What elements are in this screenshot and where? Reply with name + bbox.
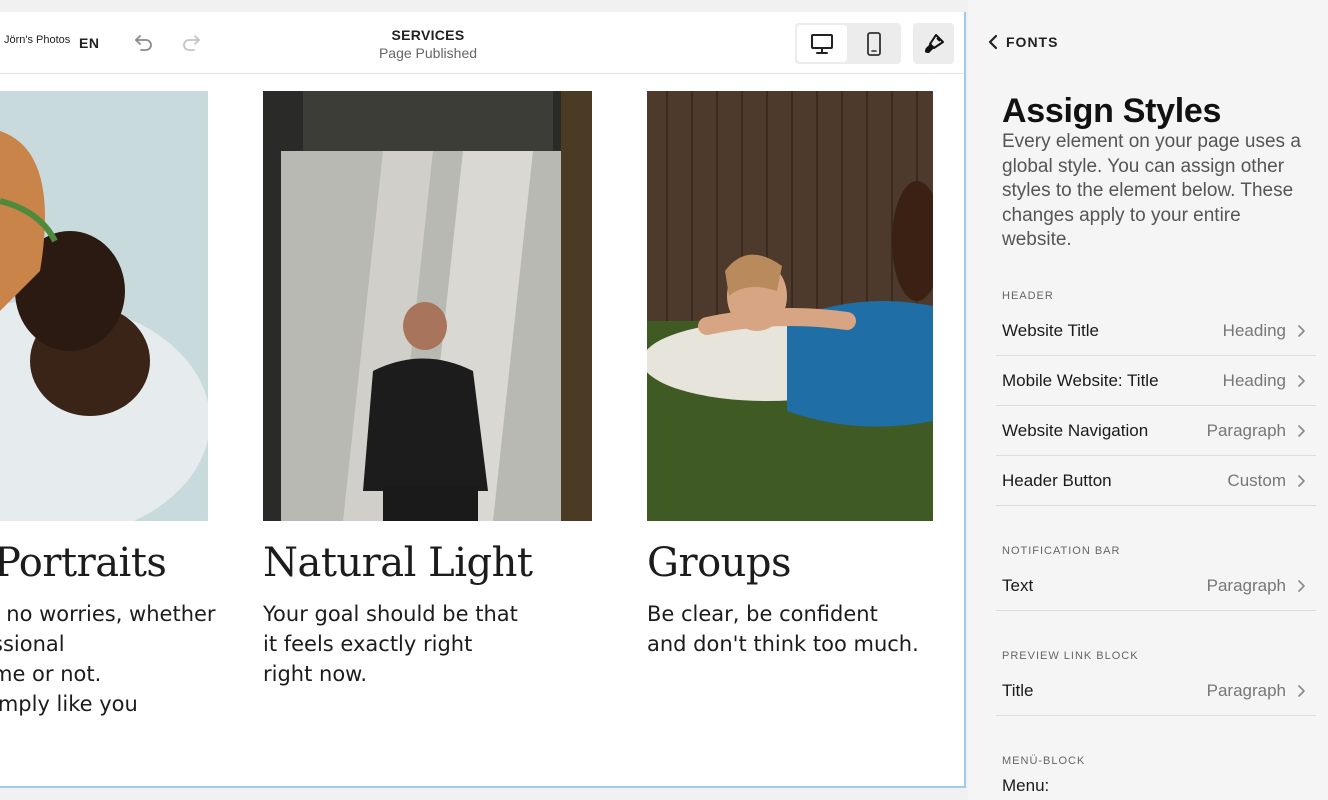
row-label: Text (1002, 575, 1034, 595)
groups-text[interactable]: Be clear, be confident and don't think t… (647, 599, 919, 659)
chevron-right-icon (1298, 374, 1305, 387)
row-label: Mobile Website: Title (1002, 370, 1159, 390)
style-row-header-button[interactable]: Header Button Custom (996, 456, 1316, 506)
section-label-notification-bar: NOTIFICATION BAR (1002, 545, 1121, 557)
style-row-mobile-website-title[interactable]: Mobile Website: Title Heading (996, 356, 1316, 406)
style-row-menu[interactable]: Menu: (1002, 776, 1049, 796)
section-label-preview-link-block: PREVIEW LINK BLOCK (1002, 650, 1139, 662)
row-label: Website Title (1002, 320, 1100, 340)
section-label-header: HEADER (1002, 290, 1054, 302)
row-label: Website Navigation (1002, 420, 1149, 440)
row-value: Custom (1227, 470, 1286, 490)
portraits-line: ssional (0, 632, 65, 656)
portraits-line: imply like you (0, 692, 138, 716)
portraits-title[interactable]: Portraits (0, 540, 167, 586)
desktop-icon (811, 33, 833, 54)
page-status: Page Published (378, 45, 478, 61)
row-label: Title (1002, 680, 1034, 700)
undo-icon[interactable] (131, 32, 155, 54)
row-value: Paragraph (1206, 420, 1286, 440)
groups-title[interactable]: Groups (647, 540, 792, 586)
row-label: Header Button (1002, 470, 1112, 490)
portraits-line: - no worries, whether (0, 602, 216, 626)
language-switcher[interactable]: EN (79, 35, 99, 51)
editor-topbar: Jörn's Photos EN SERVICES Page Published (0, 12, 964, 74)
natural-light-line: it feels exactly right (263, 632, 473, 656)
row-value: Heading (1222, 320, 1286, 340)
mobile-icon (867, 31, 881, 56)
site-name[interactable]: Jörn's Photos (4, 34, 70, 46)
style-row-website-title[interactable]: Website Title Heading (996, 306, 1316, 356)
back-to-fonts-button[interactable]: FONTS (988, 34, 1058, 50)
portraits-text[interactable]: - no worries, whether ssional me or not.… (0, 599, 216, 719)
natural-light-line: Your goal should be that (263, 602, 518, 626)
design-button[interactable] (913, 23, 954, 64)
device-toggle (795, 23, 901, 64)
chevron-right-icon (1298, 474, 1305, 487)
style-row-preview-title[interactable]: Title Paragraph (996, 666, 1316, 716)
assign-styles-panel: FONTS Assign Styles Every element on you… (968, 0, 1328, 800)
natural-light-image[interactable] (263, 91, 592, 521)
desktop-view-button[interactable] (797, 25, 847, 62)
row-value: Heading (1222, 370, 1286, 390)
row-value: Paragraph (1206, 680, 1286, 700)
natural-light-title[interactable]: Natural Light (263, 540, 533, 586)
page-title[interactable]: SERVICES (328, 27, 528, 43)
portraits-line: me or not. (0, 662, 102, 686)
row-value: Paragraph (1206, 575, 1286, 595)
chevron-right-icon (1298, 324, 1305, 337)
groups-line: Be clear, be confident (647, 602, 878, 626)
panel-title: Assign Styles (1002, 92, 1222, 130)
section-label-menu-block: MENÜ-BLOCK (1002, 755, 1086, 767)
chevron-right-icon (1298, 684, 1305, 697)
paintbrush-icon (924, 33, 944, 53)
mobile-view-button[interactable] (849, 25, 899, 62)
portraits-image[interactable] (0, 91, 208, 521)
groups-line: and don't think too much. (647, 632, 919, 656)
chevron-right-icon (1298, 424, 1305, 437)
back-label: FONTS (1006, 34, 1059, 50)
groups-image[interactable] (647, 91, 933, 521)
panel-description: Every element on your page uses a global… (1002, 131, 1301, 250)
editor-canvas[interactable]: Jörn's Photos EN SERVICES Page Published (0, 12, 966, 788)
chevron-right-icon (1298, 579, 1305, 592)
chevron-left-icon (988, 34, 998, 50)
natural-light-line: right now. (263, 662, 368, 686)
style-row-notification-text[interactable]: Text Paragraph (996, 561, 1316, 611)
redo-icon[interactable] (180, 32, 204, 54)
style-row-website-navigation[interactable]: Website Navigation Paragraph (996, 406, 1316, 456)
natural-light-text[interactable]: Your goal should be that it feels exactl… (263, 599, 518, 689)
